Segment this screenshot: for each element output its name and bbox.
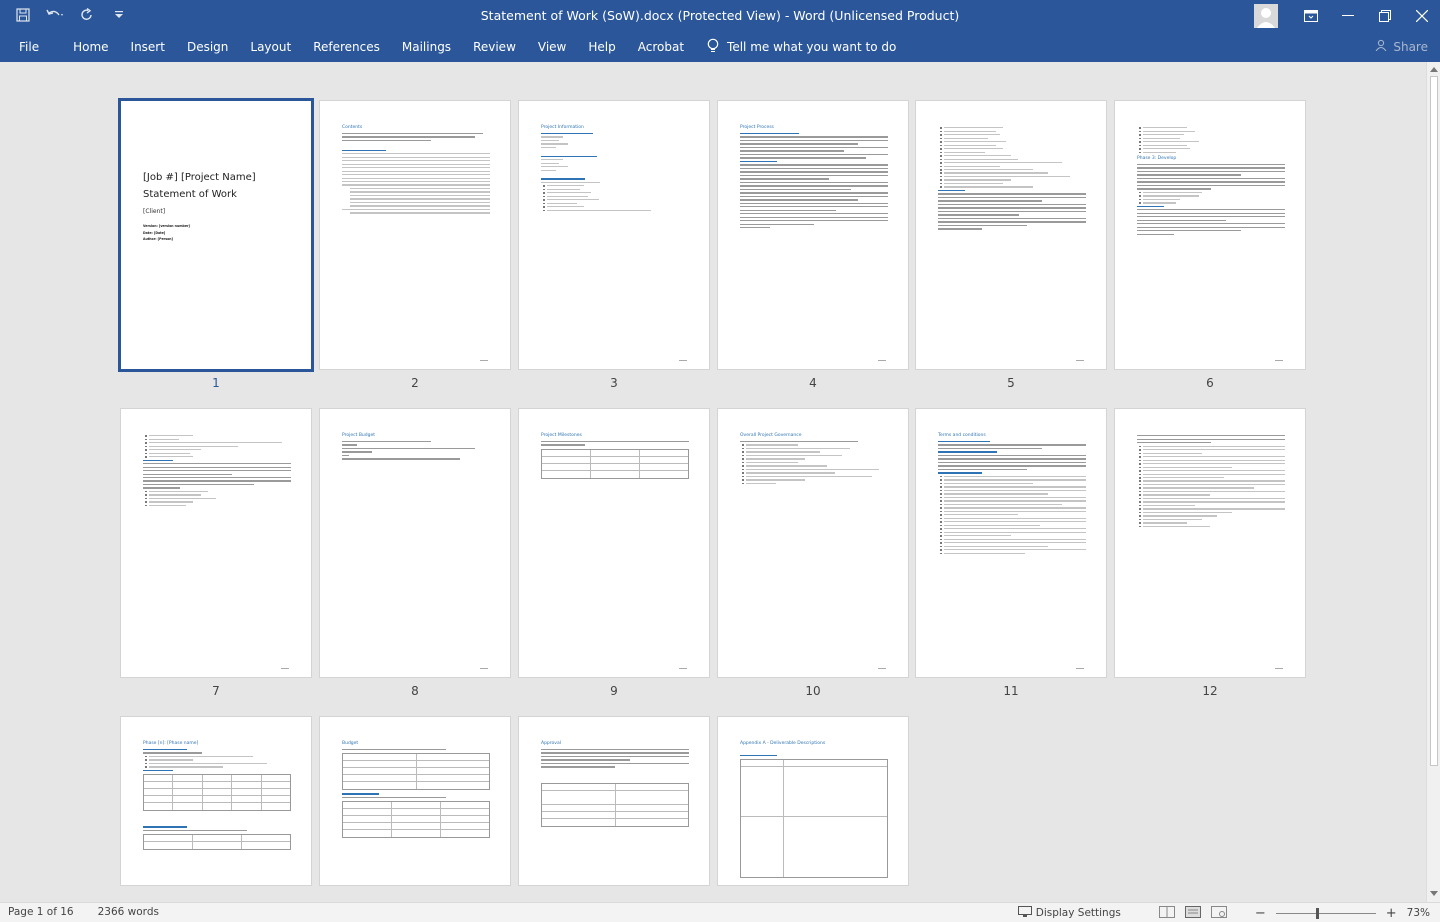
page-number: 7 <box>212 684 220 698</box>
page-heading: Contents <box>342 125 363 130</box>
milestone-schedule-table <box>143 834 291 851</box>
scroll-down-icon[interactable] <box>1429 888 1439 898</box>
page-thumbnail[interactable]: Budget <box>320 717 510 885</box>
page-count-status[interactable]: Page 1 of 16 <box>8 906 74 918</box>
lightbulb-icon <box>707 38 719 57</box>
scrollbar-thumb[interactable] <box>1430 76 1438 766</box>
document-area[interactable]: [Job #] [Project Name] Statement of Work… <box>0 62 1426 902</box>
page-number: 3 <box>610 376 618 390</box>
page-thumbnail[interactable]: [Job #] [Project Name] Statement of Work… <box>121 101 311 369</box>
web-layout-icon[interactable] <box>1210 905 1227 921</box>
tab-insert[interactable]: Insert <box>120 32 176 62</box>
zoom-level[interactable]: 73% <box>1407 907 1430 919</box>
page-heading: Terms and conditions <box>938 433 986 438</box>
share-label: Share <box>1393 39 1428 54</box>
cover-title-line1: [Job #] [Project Name] <box>143 172 256 183</box>
zoom-out-icon[interactable]: − <box>1255 906 1266 921</box>
display-settings-label: Display Settings <box>1035 907 1121 919</box>
title-bar: Statement of Work (SoW).docx (Protected … <box>0 0 1440 32</box>
tab-help[interactable]: Help <box>577 32 626 62</box>
page-thumbnail[interactable]: Contents <box>320 101 510 369</box>
cover-client: [Client] <box>143 208 166 215</box>
cover-meta-version: Version: [version number] <box>143 224 191 228</box>
page-heading: Phase [n]: [Phase name] <box>143 741 199 746</box>
scroll-up-icon[interactable] <box>1429 64 1439 74</box>
vertical-scrollbar[interactable] <box>1426 62 1440 902</box>
share-button[interactable]: Share <box>1375 39 1428 54</box>
page-number: 5 <box>1007 376 1015 390</box>
tell-me-search[interactable]: Tell me what you want to do <box>707 38 896 57</box>
account-avatar[interactable] <box>1254 4 1278 28</box>
page-heading: Budget <box>342 741 359 746</box>
page-thumbnail[interactable]: Approval <box>519 717 709 885</box>
read-mode-icon[interactable] <box>1158 905 1175 921</box>
page-thumbnail[interactable]: Phase 3: Develop <box>1115 101 1305 369</box>
cover-title: [Job #] [Project Name] Statement of Work… <box>143 169 256 220</box>
page-thumbnail[interactable]: Project Budget <box>320 409 510 677</box>
page-thumbnail[interactable]: Project Process <box>718 101 908 369</box>
billing-table <box>342 801 490 839</box>
tab-review[interactable]: Review <box>462 32 527 62</box>
zoom-in-icon[interactable]: + <box>1386 906 1397 921</box>
page-heading: Project Budget <box>342 433 376 438</box>
tab-design[interactable]: Design <box>176 32 239 62</box>
page-number: 6 <box>1206 376 1214 390</box>
page-number: 8 <box>411 684 419 698</box>
cover-meta: Version: [version number] Date: [Date] A… <box>143 223 190 243</box>
monitor-icon <box>1017 905 1032 921</box>
zoom-slider[interactable] <box>1275 907 1376 919</box>
display-settings-button[interactable]: Display Settings <box>1017 905 1121 921</box>
page-heading: Project Information <box>541 125 584 130</box>
tab-home[interactable]: Home <box>62 32 119 62</box>
status-bar: Page 1 of 16 2366 words Display Settings… <box>0 902 1440 922</box>
page-thumbnail[interactable]: Project Milestones <box>519 409 709 677</box>
tab-acrobat[interactable]: Acrobat <box>627 32 695 62</box>
page-thumbnail[interactable]: Terms and conditions <box>916 409 1106 677</box>
page-number: 1 <box>212 376 220 390</box>
approval-table <box>541 782 689 827</box>
page-thumbnail[interactable]: Project Information <box>519 101 709 369</box>
deliverable-description-table <box>740 759 888 879</box>
window-controls <box>1254 0 1440 32</box>
page-number: 12 <box>1202 684 1218 698</box>
word-count-status[interactable]: 2366 words <box>98 906 159 918</box>
milestones-table <box>541 448 689 479</box>
page-number: 10 <box>805 684 821 698</box>
tab-references[interactable]: References <box>302 32 391 62</box>
page-heading: Approval <box>541 741 561 746</box>
ribbon-tabs: File Home Insert Design Layout Reference… <box>0 32 1440 62</box>
page-thumbnail[interactable] <box>121 409 311 677</box>
cover-meta-author: Author: [Person] <box>143 237 174 241</box>
page-thumbnail[interactable]: Phase [n]: [Phase name] <box>121 717 311 885</box>
page-heading: Appendix A - Deliverable Descriptions <box>740 741 826 746</box>
close-icon[interactable] <box>1403 0 1440 32</box>
tab-view[interactable]: View <box>527 32 577 62</box>
person-icon <box>1375 39 1387 54</box>
tab-layout[interactable]: Layout <box>239 32 302 62</box>
page-heading: Overall Project Governance <box>740 433 802 438</box>
page-number: 4 <box>809 376 817 390</box>
page-number: 2 <box>411 376 419 390</box>
page-number: 11 <box>1003 684 1019 698</box>
tell-me-label: Tell me what you want to do <box>727 40 897 54</box>
deliverables-table <box>143 774 291 812</box>
restore-icon[interactable] <box>1366 0 1403 32</box>
page-thumbnail[interactable]: Appendix A - Deliverable Descriptions <box>718 717 908 885</box>
budget-table <box>342 753 490 791</box>
ribbon-display-options-icon[interactable] <box>1292 0 1329 32</box>
window-title: Statement of Work (SoW).docx (Protected … <box>480 8 960 23</box>
page-thumbnail[interactable]: Overall Project Governance <box>718 409 908 677</box>
minimize-icon[interactable] <box>1329 0 1366 32</box>
tab-mailings[interactable]: Mailings <box>391 32 462 62</box>
page-number: 9 <box>610 684 618 698</box>
page-heading: Project Milestones <box>541 433 582 438</box>
page-thumbnail[interactable] <box>916 101 1106 369</box>
page-heading: Project Process <box>740 125 774 130</box>
tab-file[interactable]: File <box>0 32 62 62</box>
print-layout-icon[interactable] <box>1184 905 1201 921</box>
page-thumbnail[interactable] <box>1115 409 1305 677</box>
page-heading: Phase 3: Develop <box>1137 155 1177 161</box>
cover-title-line2: Statement of Work <box>143 189 237 200</box>
